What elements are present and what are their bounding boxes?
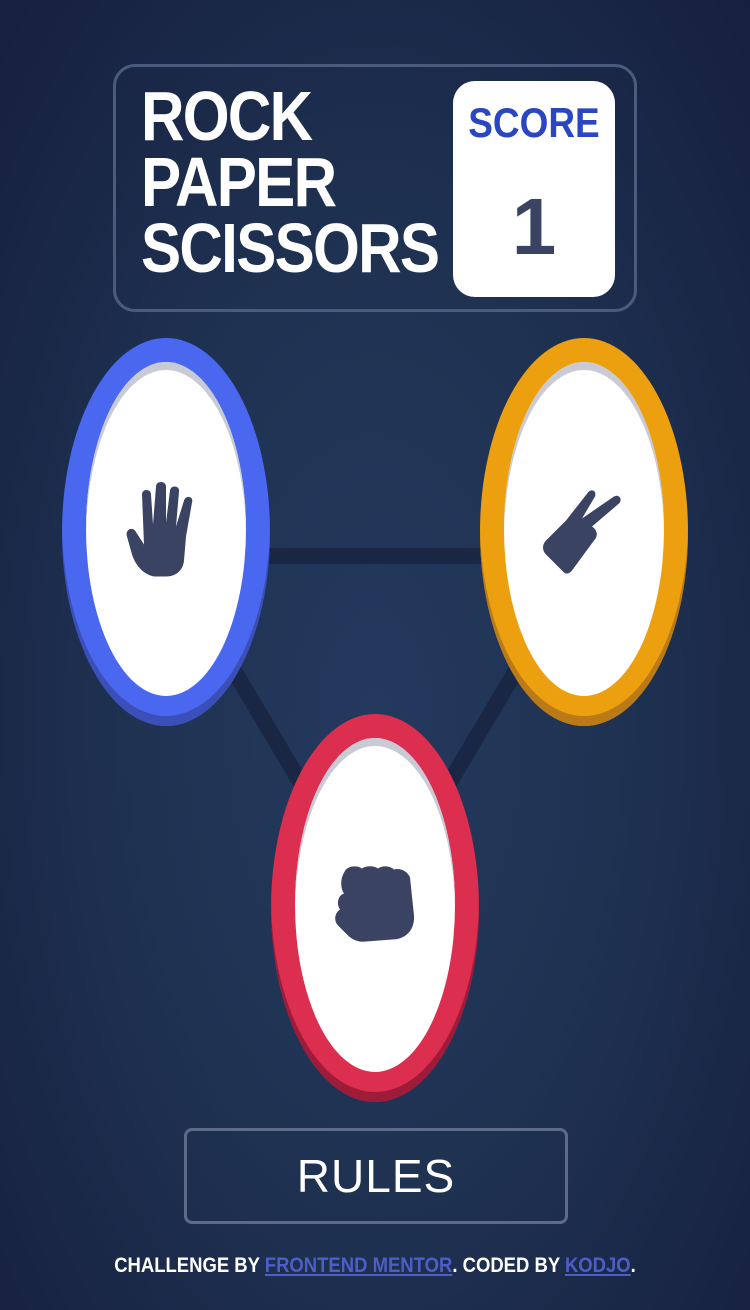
footer-middle: . CODED BY — [452, 1254, 565, 1277]
header-panel: ROCK PAPER SCISSORS SCORE 1 — [113, 64, 637, 312]
title-line-scissors: SCISSORS — [141, 209, 440, 287]
footer-suffix: . — [630, 1254, 636, 1277]
frontend-mentor-link[interactable]: FRONTEND MENTOR — [265, 1254, 453, 1277]
hand-peace-icon — [542, 485, 626, 580]
paper-token[interactable] — [62, 338, 270, 726]
kodjo-link[interactable]: KODJO — [565, 1254, 631, 1277]
score-box: SCORE 1 — [453, 81, 615, 297]
title-line-rock: ROCK — [141, 77, 313, 155]
score-value: 1 — [511, 182, 557, 271]
rock-token[interactable] — [271, 714, 479, 1102]
rules-button[interactable]: RULES — [184, 1128, 568, 1224]
game-title: ROCK PAPER SCISSORS — [141, 77, 440, 287]
scissors-token[interactable] — [480, 338, 688, 726]
hand-fist-icon — [334, 866, 416, 951]
score-label: SCORE — [468, 99, 600, 146]
hand-open-icon — [126, 481, 206, 584]
footer-attribution: CHALLENGE BY FRONTEND MENTOR. CODED BY K… — [45, 1254, 705, 1278]
footer-prefix: CHALLENGE BY — [114, 1254, 265, 1277]
title-line-paper: PAPER — [141, 143, 337, 221]
